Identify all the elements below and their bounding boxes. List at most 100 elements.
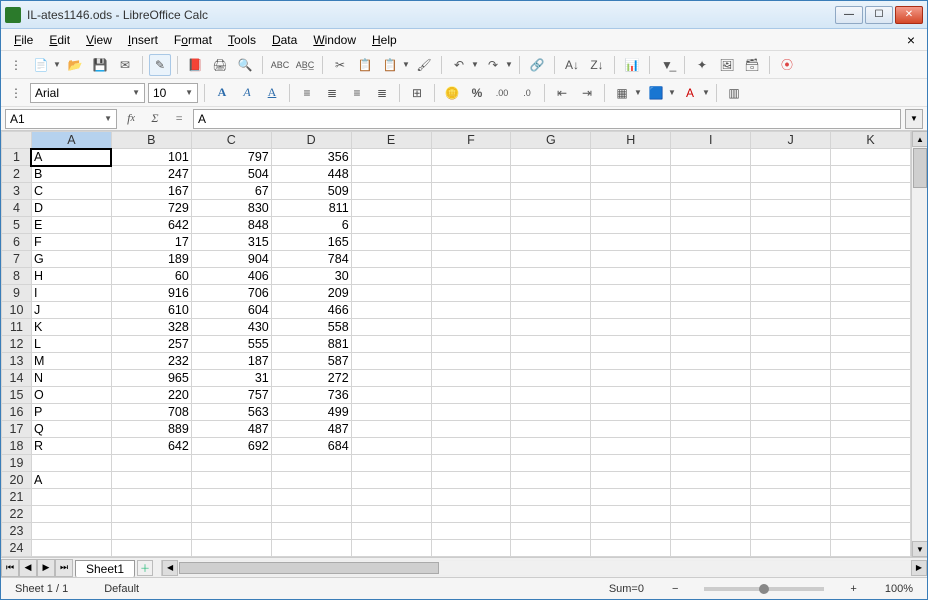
cell-A13[interactable]: M xyxy=(31,353,111,370)
tab-last-button[interactable]: ⏭ xyxy=(55,559,73,577)
cell-K4[interactable] xyxy=(831,200,911,217)
row-header-18[interactable]: 18 xyxy=(2,438,32,455)
menu-file[interactable]: File xyxy=(7,31,40,49)
cell-J5[interactable] xyxy=(751,217,831,234)
cell-D18[interactable]: 684 xyxy=(271,438,351,455)
row-header-7[interactable]: 7 xyxy=(2,251,32,268)
cell-H6[interactable] xyxy=(591,234,671,251)
document-close-button[interactable]: × xyxy=(901,32,921,48)
cell-E10[interactable] xyxy=(351,302,431,319)
cell-F10[interactable] xyxy=(431,302,511,319)
cell-A17[interactable]: Q xyxy=(31,421,111,438)
cell-C16[interactable]: 563 xyxy=(191,404,271,421)
function-wizard-button[interactable]: fx xyxy=(121,109,141,129)
cell-G20[interactable] xyxy=(511,472,591,489)
cell-I21[interactable] xyxy=(671,489,751,506)
cell-I23[interactable] xyxy=(671,523,751,540)
zoom-out-button[interactable]: − xyxy=(672,583,678,595)
cell-F9[interactable] xyxy=(431,285,511,302)
cell-G4[interactable] xyxy=(511,200,591,217)
print-button[interactable]: 🖨 xyxy=(209,54,231,76)
cell-D8[interactable]: 30 xyxy=(271,268,351,285)
cell-B19[interactable] xyxy=(111,455,191,472)
gallery-button[interactable]: 🖼 xyxy=(716,54,738,76)
row-header-21[interactable]: 21 xyxy=(2,489,32,506)
cell-G18[interactable] xyxy=(511,438,591,455)
cell-C14[interactable]: 31 xyxy=(191,370,271,387)
cell-F2[interactable] xyxy=(431,166,511,183)
cell-K13[interactable] xyxy=(831,353,911,370)
cell-D11[interactable]: 558 xyxy=(271,319,351,336)
cell-K6[interactable] xyxy=(831,234,911,251)
cell-I15[interactable] xyxy=(671,387,751,404)
bold-button[interactable]: A xyxy=(211,82,233,104)
cell-B6[interactable]: 17 xyxy=(111,234,191,251)
menu-view[interactable]: View xyxy=(79,31,119,49)
cell-F18[interactable] xyxy=(431,438,511,455)
cell-D13[interactable]: 587 xyxy=(271,353,351,370)
cell-F8[interactable] xyxy=(431,268,511,285)
cell-J16[interactable] xyxy=(751,404,831,421)
cell-G21[interactable] xyxy=(511,489,591,506)
cell-J24[interactable] xyxy=(751,540,831,557)
cell-E14[interactable] xyxy=(351,370,431,387)
cell-E16[interactable] xyxy=(351,404,431,421)
add-decimal-button[interactable]: .00 xyxy=(491,82,513,104)
cell-F4[interactable] xyxy=(431,200,511,217)
zoom-knob[interactable] xyxy=(759,584,769,594)
cell-K24[interactable] xyxy=(831,540,911,557)
cell-C4[interactable]: 830 xyxy=(191,200,271,217)
cell-J9[interactable] xyxy=(751,285,831,302)
sort-asc-button[interactable]: A↓ xyxy=(561,54,583,76)
cell-F17[interactable] xyxy=(431,421,511,438)
cell-B15[interactable]: 220 xyxy=(111,387,191,404)
maximize-button[interactable]: ☐ xyxy=(865,6,893,24)
cell-I7[interactable] xyxy=(671,251,751,268)
cell-J1[interactable] xyxy=(751,149,831,166)
cell-E3[interactable] xyxy=(351,183,431,200)
cell-A9[interactable]: I xyxy=(31,285,111,302)
cell-K8[interactable] xyxy=(831,268,911,285)
cell-G14[interactable] xyxy=(511,370,591,387)
cell-F19[interactable] xyxy=(431,455,511,472)
vertical-scrollbar[interactable]: ▲ ▼ xyxy=(911,131,927,557)
cell-G19[interactable] xyxy=(511,455,591,472)
cell-E13[interactable] xyxy=(351,353,431,370)
cell-D12[interactable]: 881 xyxy=(271,336,351,353)
cell-B9[interactable]: 916 xyxy=(111,285,191,302)
cell-F23[interactable] xyxy=(431,523,511,540)
cell-G1[interactable] xyxy=(511,149,591,166)
cell-F22[interactable] xyxy=(431,506,511,523)
cell-F7[interactable] xyxy=(431,251,511,268)
increase-indent-button[interactable]: ⇥ xyxy=(576,82,598,104)
row-header-4[interactable]: 4 xyxy=(2,200,32,217)
cell-H20[interactable] xyxy=(591,472,671,489)
cell-E12[interactable] xyxy=(351,336,431,353)
tab-next-button[interactable]: ▶ xyxy=(37,559,55,577)
cell-B7[interactable]: 189 xyxy=(111,251,191,268)
cell-A12[interactable]: L xyxy=(31,336,111,353)
align-justify-button[interactable]: ≣ xyxy=(371,82,393,104)
cell-C10[interactable]: 604 xyxy=(191,302,271,319)
cell-D4[interactable]: 811 xyxy=(271,200,351,217)
scroll-track[interactable] xyxy=(178,561,911,575)
cell-I3[interactable] xyxy=(671,183,751,200)
cell-H21[interactable] xyxy=(591,489,671,506)
cell-A19[interactable] xyxy=(31,455,111,472)
cell-J2[interactable] xyxy=(751,166,831,183)
copy-button[interactable]: 📋 xyxy=(354,54,376,76)
formula-input[interactable]: A xyxy=(193,109,901,129)
hyperlink-button[interactable]: 🔗 xyxy=(526,54,548,76)
undo-button[interactable]: ↶ xyxy=(448,54,470,76)
cell-F24[interactable] xyxy=(431,540,511,557)
cell-B18[interactable]: 642 xyxy=(111,438,191,455)
cell-D16[interactable]: 499 xyxy=(271,404,351,421)
row-header-12[interactable]: 12 xyxy=(2,336,32,353)
scroll-thumb[interactable] xyxy=(913,148,927,188)
row-header-3[interactable]: 3 xyxy=(2,183,32,200)
cell-E1[interactable] xyxy=(351,149,431,166)
bgcolor-button[interactable]: 🟦 xyxy=(645,82,667,104)
cell-E8[interactable] xyxy=(351,268,431,285)
cell-H5[interactable] xyxy=(591,217,671,234)
cell-K18[interactable] xyxy=(831,438,911,455)
